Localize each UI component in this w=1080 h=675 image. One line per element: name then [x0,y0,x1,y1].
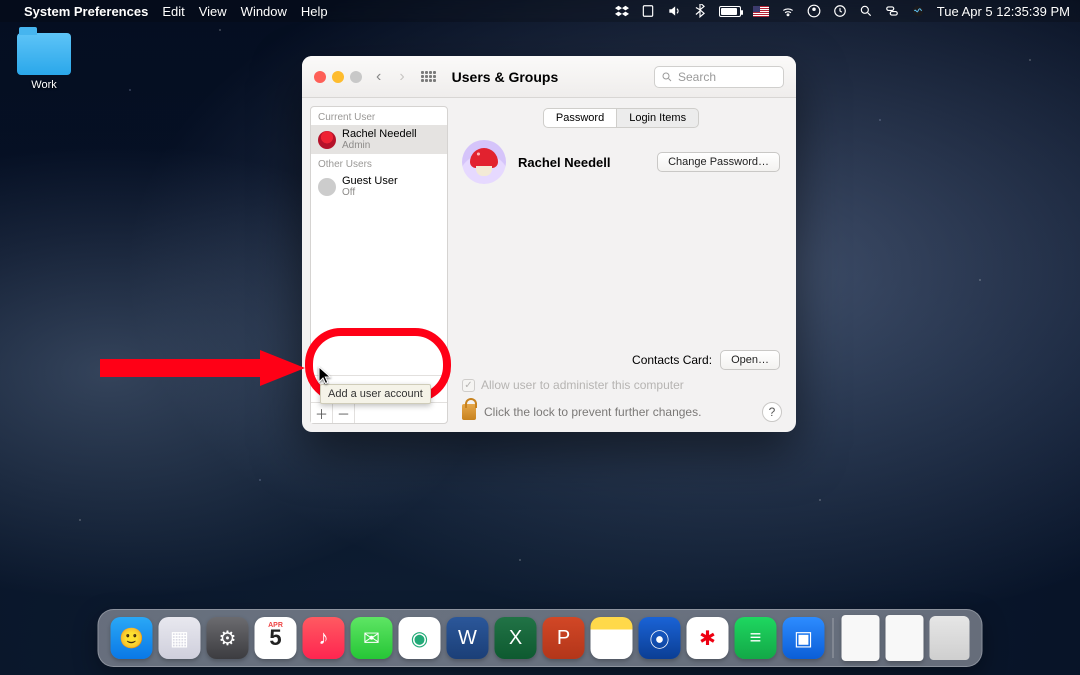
dock-finder[interactable]: 🙂 [111,617,153,659]
dock-excel[interactable]: X [495,617,537,659]
minimize-button[interactable] [332,71,344,83]
dock-trash[interactable] [930,616,970,660]
avatar-icon [318,131,336,149]
help-button[interactable]: ? [762,402,782,422]
save-icon[interactable] [641,4,655,18]
tab-group: Password Login Items [462,108,780,128]
dock-recent-doc1[interactable] [842,615,880,661]
dock-music[interactable]: ♪ [303,617,345,659]
user-avatar[interactable] [462,140,506,184]
menu-edit[interactable]: Edit [162,4,184,19]
window-toolbar: ‹ › Users & Groups Search [302,56,796,98]
dock-1password[interactable]: ⦿ [639,617,681,659]
dock-recent-doc2[interactable] [886,615,924,661]
dock-zoom[interactable]: ▣ [783,617,825,659]
folder-label: Work [31,79,56,91]
battery-icon[interactable] [719,6,741,17]
siri-icon[interactable] [911,4,925,18]
dock-messages[interactable]: ✉ [351,617,393,659]
control-center-icon[interactable] [885,4,899,18]
dock-notes[interactable] [591,617,633,659]
search-field[interactable]: Search [654,66,784,88]
close-button[interactable] [314,71,326,83]
section-other-users: Other Users [311,154,447,172]
tab-login-items[interactable]: Login Items [617,108,699,128]
contacts-card-label: Contacts Card: [632,353,712,367]
admin-checkbox: ✓ [462,379,475,392]
dock-calendar[interactable]: APR5 [255,617,297,659]
main-panel: Password Login Items Rachel Needell Chan… [448,98,796,432]
sidebar-user-guest[interactable]: Guest User Off [311,172,447,201]
dock-powerpoint[interactable]: P [543,617,585,659]
dock-separator [833,618,834,658]
user-role: Off [342,187,398,198]
bluetooth-icon[interactable] [693,4,707,18]
annotation-arrow [100,348,310,388]
spotlight-icon[interactable] [859,4,873,18]
dock[interactable]: 🙂▦⚙APR5♪✉◉WXP ⦿✱≡▣ [98,609,983,667]
admin-checkbox-label: Allow user to administer this computer [481,378,684,392]
change-password-button[interactable]: Change Password… [657,152,780,172]
search-icon [661,71,673,83]
user-role: Admin [342,140,417,151]
zoom-button[interactable] [350,71,362,83]
avatar-icon [318,178,336,196]
folder-icon [17,33,71,75]
dock-launchpad[interactable]: ▦ [159,617,201,659]
lock-text: Click the lock to prevent further change… [484,405,701,419]
section-current-user: Current User [311,107,447,125]
user-name: Rachel Needell [342,128,417,140]
user-name: Guest User [342,175,398,187]
traffic-lights [314,71,362,83]
wifi-icon[interactable] [781,4,795,18]
timemachine-icon[interactable] [833,4,847,18]
window-title: Users & Groups [452,69,559,85]
remove-user-button[interactable]: － [333,403,355,423]
admin-checkbox-row: ✓ Allow user to administer this computer [462,378,684,392]
dock-settings[interactable]: ⚙ [207,617,249,659]
menu-view[interactable]: View [199,4,227,19]
back-button[interactable]: ‹ [372,68,385,86]
show-all-button[interactable] [419,69,438,84]
sidebar-user-current[interactable]: Rachel Needell Admin [311,125,447,154]
users-sidebar: Current User Rachel Needell Admin Other … [310,106,448,424]
display-user-name: Rachel Needell [518,155,611,170]
forward-button: › [395,68,408,86]
menu-help[interactable]: Help [301,4,328,19]
user-switch-icon[interactable] [807,4,821,18]
open-contacts-button[interactable]: Open… [720,350,780,370]
dock-chrome[interactable]: ◉ [399,617,441,659]
clock[interactable]: Tue Apr 5 12:35:39 PM [937,4,1070,19]
dock-word[interactable]: W [447,617,489,659]
desktop-folder-work[interactable]: Work [14,33,74,91]
tab-password[interactable]: Password [543,108,617,128]
volume-icon[interactable] [667,4,681,18]
app-menu[interactable]: System Preferences [24,4,148,19]
prefs-window: ‹ › Users & Groups Search Current User R… [302,56,796,432]
dropbox-icon[interactable] [615,4,629,18]
input-source-icon[interactable] [753,6,769,17]
add-remove-bar: ＋ － [311,402,447,423]
search-placeholder: Search [678,70,716,84]
menu-window[interactable]: Window [241,4,287,19]
lock-icon[interactable] [462,404,476,420]
add-user-button[interactable]: ＋ [311,403,333,423]
dock-spotify[interactable]: ≡ [735,617,777,659]
tooltip-add-user: Add a user account [320,384,431,404]
menubar[interactable]: System Preferences Edit View Window Help… [0,0,1080,22]
dock-slack[interactable]: ✱ [687,617,729,659]
